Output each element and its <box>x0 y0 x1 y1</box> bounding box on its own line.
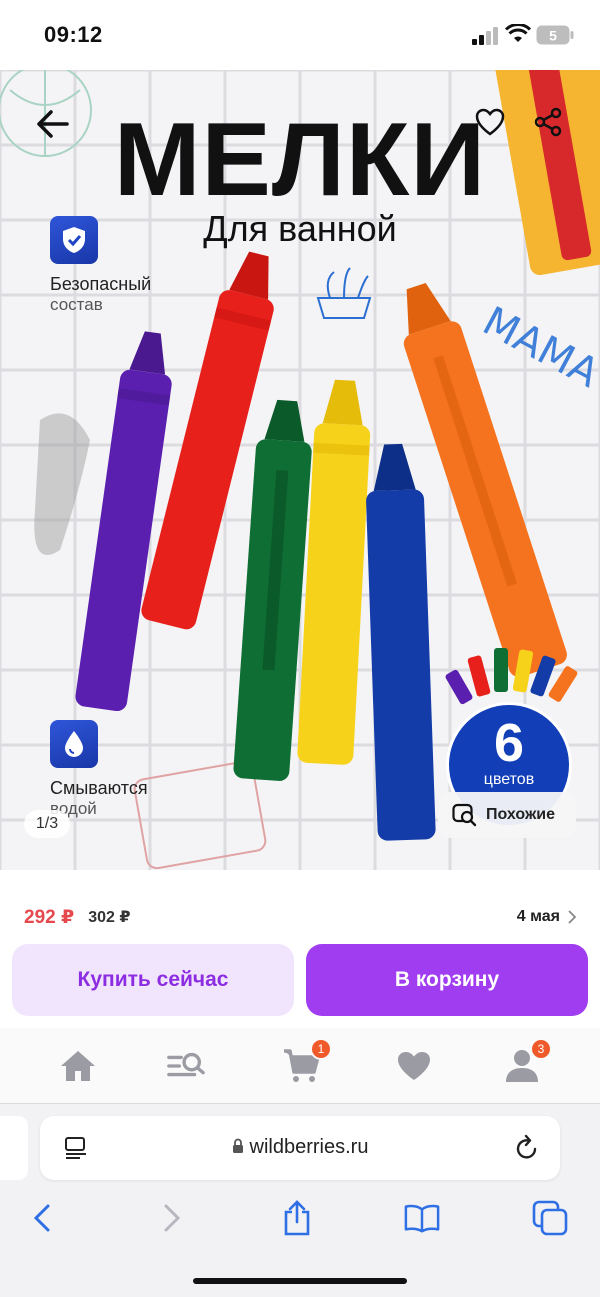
delivery-date: 4 мая <box>516 908 560 925</box>
browser-bookmarks-button[interactable] <box>404 1200 440 1236</box>
old-price: 302 ₽ <box>88 909 131 926</box>
arrow-left-icon <box>37 110 69 138</box>
delivery-date-link[interactable]: 4 мая <box>517 908 576 926</box>
colors-count-label: цветов <box>483 771 535 788</box>
home-indicator <box>193 1278 407 1284</box>
browser-tabs-button[interactable] <box>532 1200 568 1236</box>
chevron-right-icon <box>568 910 576 924</box>
chevron-left-icon <box>34 1204 50 1232</box>
feature-washable: Смываются водой <box>50 720 210 819</box>
colors-count-number: 6 <box>493 713 525 773</box>
product-image-carousel[interactable]: МАМА МЕЛКИ Для ванной Безопасный состав … <box>0 70 600 870</box>
lock-icon <box>232 1138 243 1153</box>
price-row: 292 ₽ 302 ₽ 4 мая <box>24 904 576 930</box>
feature-label: Безопасный <box>50 274 152 294</box>
similar-products-button[interactable]: Похожие <box>438 792 576 838</box>
catalog-search-icon <box>167 1052 205 1077</box>
share-upload-icon <box>284 1200 310 1236</box>
tab-catalog[interactable] <box>166 1046 206 1086</box>
cellular-signal-icon <box>472 27 498 45</box>
add-to-cart-button[interactable]: В корзину <box>306 944 588 1016</box>
tab-cart[interactable]: 1 <box>282 1038 332 1086</box>
browser-share-button[interactable] <box>279 1200 315 1236</box>
chevron-right-icon <box>164 1204 180 1232</box>
book-icon <box>404 1204 440 1233</box>
back-button[interactable] <box>28 100 76 148</box>
url-display: wildberries.ru <box>40 1136 560 1159</box>
share-button[interactable] <box>524 98 572 146</box>
tab-profile[interactable]: 3 <box>502 1038 552 1086</box>
browser-forward-button[interactable] <box>154 1200 190 1236</box>
feature-sublabel: водой <box>50 799 97 818</box>
status-time: 09:12 <box>44 22 103 47</box>
feature-label: Смываются <box>50 778 148 798</box>
purchase-panel: 292 ₽ 302 ₽ 4 мая Купить сейчас В корзин… <box>0 888 600 1028</box>
current-price: 292 ₽ <box>24 906 75 928</box>
similar-products-label: Похожие <box>486 806 556 823</box>
wifi-icon <box>505 24 531 42</box>
shield-check-icon <box>50 216 98 264</box>
image-counter: 1/3 <box>24 810 70 838</box>
cart-count-badge: 1 <box>310 1038 332 1060</box>
browser-back-button[interactable] <box>24 1200 60 1236</box>
heart-icon <box>398 1052 430 1080</box>
previous-tab-preview[interactable] <box>0 1116 28 1180</box>
tabs-icon <box>532 1200 568 1236</box>
app-tab-bar: 1 3 <box>0 1028 600 1104</box>
reload-icon[interactable] <box>514 1134 540 1162</box>
heart-outline-icon <box>475 108 505 136</box>
buy-now-button[interactable]: Купить сейчас <box>12 944 294 1016</box>
tab-favorites[interactable] <box>394 1046 434 1086</box>
battery-level: 5 <box>549 28 557 44</box>
address-bar[interactable]: wildberries.ru <box>40 1116 560 1180</box>
water-drop-icon <box>50 720 98 768</box>
status-bar: 09:12 5 <box>0 0 600 70</box>
feature-sublabel: состав <box>50 295 103 314</box>
battery-icon: 5 <box>536 25 574 45</box>
url-text: wildberries.ru <box>249 1136 369 1158</box>
feature-safe-composition: Безопасный состав <box>50 216 210 315</box>
home-icon <box>61 1051 95 1081</box>
browser-chrome: wildberries.ru <box>0 1104 600 1297</box>
similar-search-icon <box>452 803 477 827</box>
tab-home[interactable] <box>58 1046 98 1086</box>
profile-count-badge: 3 <box>530 1038 552 1060</box>
share-icon <box>534 107 562 137</box>
add-to-favorites-button[interactable] <box>466 98 514 146</box>
